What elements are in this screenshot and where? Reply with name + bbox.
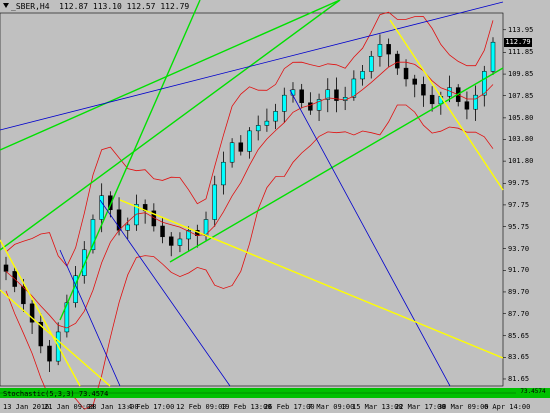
price-tick-label: 89.70	[508, 287, 530, 296]
candle	[308, 102, 313, 111]
candle	[464, 101, 470, 110]
ohlc-readout: 112.87 113.10 112.57 112.79	[59, 2, 190, 11]
blue-trend-line	[99, 199, 231, 387]
symbol-label: _SBER,H4	[11, 2, 50, 11]
candle	[395, 53, 400, 69]
time-tick-label: 6 Apr 14:00	[484, 403, 531, 411]
candle	[99, 195, 104, 220]
dropdown-arrow-icon[interactable]	[3, 3, 9, 8]
indicator-label: Stochastic(5,3,3) 73.4574	[3, 390, 109, 398]
chart-window[interactable]: _SBER,H4 112.87 113.10 112.57 112.79 113…	[0, 0, 550, 413]
candle	[168, 236, 174, 246]
green-fan-line	[0, 0, 341, 251]
time-tick-label: 26 Feb 17:00	[264, 403, 315, 411]
candle	[238, 142, 244, 152]
time-tick-label: 12 Feb 09:00	[176, 403, 227, 411]
green-fan-line	[59, 0, 201, 321]
chart-header: _SBER,H4 112.87 113.10 112.57 112.79	[3, 2, 189, 12]
plot-frame	[0, 12, 504, 387]
candle	[229, 142, 235, 163]
candle	[273, 111, 278, 122]
candle	[160, 225, 165, 238]
candle	[282, 94, 287, 112]
green-fan-line	[0, 0, 341, 151]
price-tick-label: 95.75	[508, 222, 530, 231]
candle	[386, 44, 391, 55]
candle	[247, 130, 252, 152]
price-tick-label: 91.70	[508, 266, 530, 275]
candle	[221, 161, 226, 186]
candle	[369, 55, 374, 72]
candle	[351, 78, 357, 98]
candle	[421, 84, 426, 96]
candle	[255, 125, 261, 132]
time-tick-label: 4 Feb 17:00	[128, 403, 175, 411]
price-chart[interactable]	[0, 0, 550, 413]
candle	[490, 41, 496, 72]
candle	[403, 67, 409, 80]
price-tick-label: 111.85	[508, 48, 534, 57]
candle	[264, 120, 270, 126]
time-tick-label: 7 Mar 09:00	[308, 403, 355, 411]
price-tick-label: 109.85	[508, 70, 534, 79]
candle	[125, 224, 130, 231]
price-tick-label: 113.95	[508, 25, 534, 34]
price-tick-label: 101.80	[508, 157, 534, 166]
price-tick-label: 93.70	[508, 244, 530, 253]
blue-trend-line	[289, 89, 451, 387]
yellow-trend-line	[119, 199, 504, 359]
price-tick-label: 105.80	[508, 113, 534, 122]
candle	[360, 71, 365, 80]
current-price-label: 112.79	[504, 37, 532, 47]
blue-trend-line	[0, 1, 504, 131]
time-tick-label: 21 Jan 09:00	[44, 403, 95, 411]
price-tick-label: 97.75	[508, 200, 530, 209]
bollinger-middle	[5, 61, 494, 329]
candle	[212, 184, 217, 220]
indicator-value: 73.4574	[516, 388, 550, 396]
price-tick-label: 83.65	[508, 353, 530, 362]
yellow-trend-line	[0, 289, 111, 387]
time-tick-label: 13 Jan 2016	[3, 403, 50, 411]
candle	[177, 238, 183, 246]
price-tick-label: 103.80	[508, 135, 534, 144]
price-tick-label: 87.70	[508, 309, 530, 318]
candle	[47, 345, 52, 362]
candle	[429, 94, 435, 105]
candle	[377, 44, 383, 57]
candle	[412, 78, 417, 85]
candle	[299, 89, 304, 103]
price-tick-label: 99.75	[508, 179, 530, 188]
candle	[3, 264, 9, 272]
price-tick-label: 81.65	[508, 374, 530, 383]
time-tick-label: 30 Mar 09:00	[438, 403, 489, 411]
price-tick-label: 107.85	[508, 91, 534, 100]
candle	[473, 94, 478, 110]
price-tick-label: 85.65	[508, 331, 530, 340]
